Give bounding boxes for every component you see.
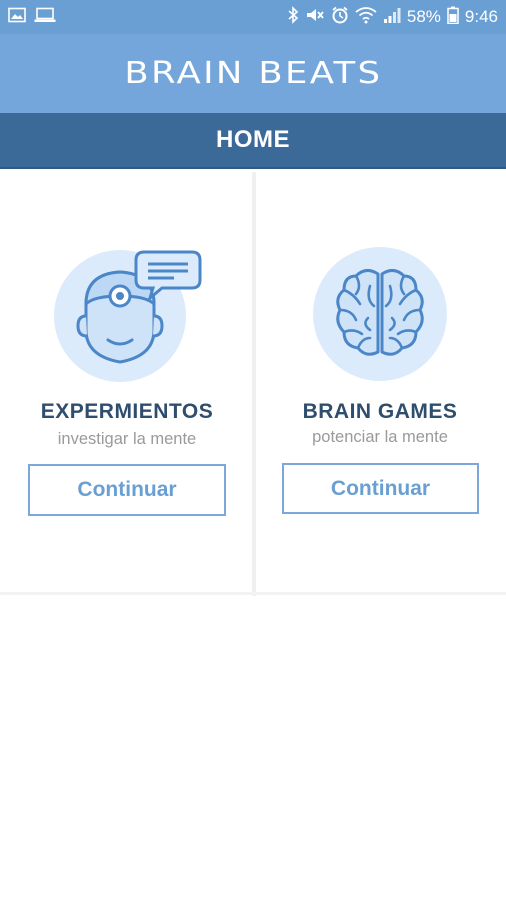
brain-games-card: BRAIN GAMES potenciar la mente Continuar	[256, 172, 504, 592]
status-right: 58% 9:46	[287, 5, 498, 29]
card-subtitle: investigar la mente	[57, 430, 197, 448]
card-title: BRAIN GAMES	[302, 400, 458, 423]
app-title: BRAIN BEATS	[123, 56, 383, 91]
mute-icon	[305, 6, 325, 29]
laptop-icon	[34, 7, 56, 28]
doctor-chat-icon	[50, 244, 205, 389]
app-bar: BRAIN BEATS	[0, 34, 506, 113]
battery-percent: 58%	[406, 7, 441, 26]
image-icon	[8, 7, 26, 28]
bluetooth-icon	[287, 5, 299, 29]
card-subtitle: potenciar la mente	[312, 428, 448, 446]
alarm-icon	[331, 6, 349, 29]
status-bar: 58% 9:46	[0, 0, 506, 34]
card-title: EXPERMIENTOS	[40, 400, 214, 423]
experiments-card: EXPERMIENTOS investigar la mente Continu…	[2, 172, 252, 592]
tab-home: HOME	[216, 126, 290, 153]
card-divider-horizontal	[0, 592, 506, 595]
status-left	[8, 7, 56, 28]
tab-bar: HOME	[0, 113, 506, 169]
battery-icon	[447, 6, 459, 29]
experiments-continue-button[interactable]: Continuar	[28, 464, 226, 516]
card-divider-vertical	[252, 172, 256, 596]
brain-games-continue-button[interactable]: Continuar	[282, 463, 479, 514]
signal-icon	[383, 6, 401, 29]
wifi-icon	[355, 6, 377, 29]
brain-icon	[312, 246, 448, 387]
clock-time: 9:46	[464, 7, 498, 26]
